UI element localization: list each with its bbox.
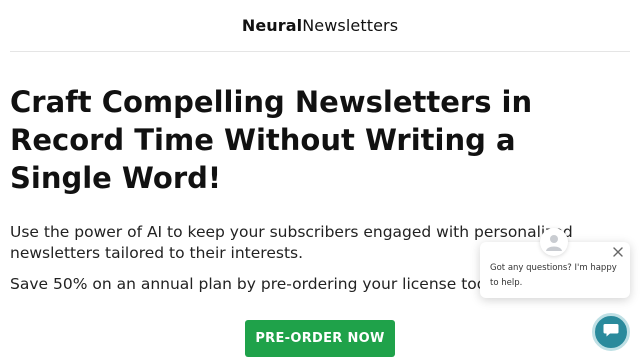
landing-page: NeuralNewsletters Craft Compelling Newsl… xyxy=(0,0,640,360)
pre-order-button[interactable]: PRE-ORDER NOW xyxy=(245,320,395,357)
chat-launcher-button[interactable] xyxy=(592,313,630,351)
site-logo[interactable]: NeuralNewsletters xyxy=(242,16,398,35)
close-icon[interactable] xyxy=(612,246,624,258)
chat-message: Got any questions? I'm happy to help. xyxy=(490,263,617,288)
logo-light-text: Newsletters xyxy=(302,16,399,35)
chat-popup[interactable]: Got any questions? I'm happy to help. xyxy=(480,228,630,298)
user-avatar-icon xyxy=(540,228,568,256)
chat-bubble-icon xyxy=(602,321,620,343)
site-header: NeuralNewsletters xyxy=(10,0,630,52)
hero-headline: Craft Compelling Newsletters in Record T… xyxy=(10,85,533,195)
logo-bold-text: Neural xyxy=(241,16,303,35)
